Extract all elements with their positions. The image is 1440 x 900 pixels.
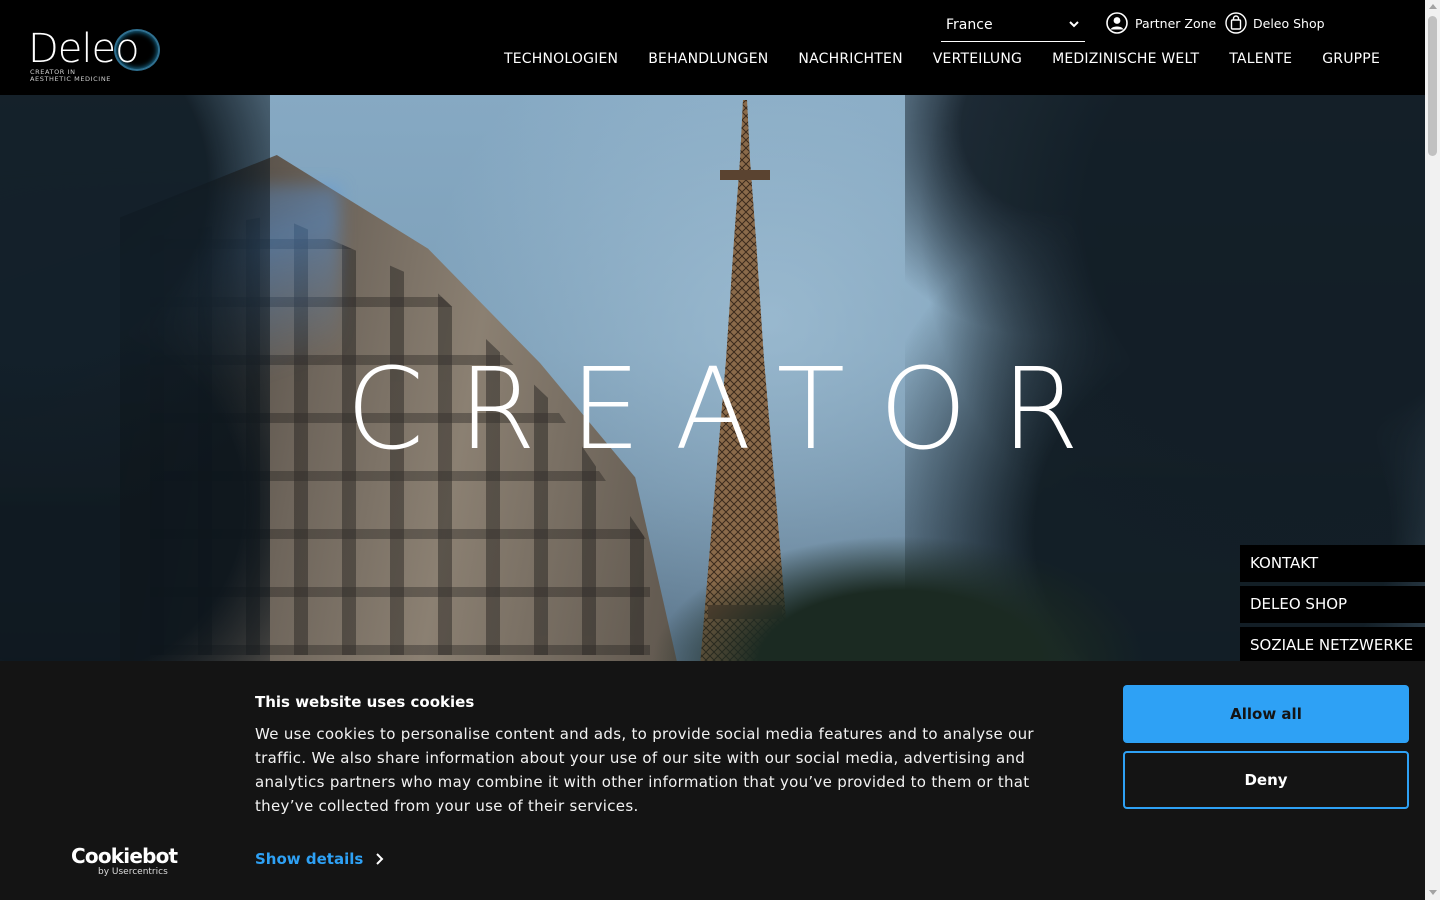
nav-item-medizinische-welt[interactable]: MEDIZINISCHE WELT <box>1052 51 1199 67</box>
main-navigation: TECHNOLOGIEN BEHANDLUNGEN NACHRICHTEN VE… <box>474 51 1380 67</box>
scroll-thumb[interactable] <box>1428 16 1437 156</box>
logo-wordmark: Deleo <box>28 26 140 72</box>
country-select-value: France <box>946 16 993 33</box>
deleo-shop-label: Deleo Shop <box>1253 15 1325 31</box>
deleo-shop-link[interactable]: Deleo Shop <box>1225 11 1325 35</box>
logo-tagline-line-2: AESTHETIC MEDICINE <box>30 75 111 83</box>
nav-item-talente[interactable]: TALENTE <box>1229 51 1292 67</box>
shopping-bag-icon <box>1225 12 1247 34</box>
allow-all-button[interactable]: Allow all <box>1123 685 1409 743</box>
cookie-title: This website uses cookies <box>255 693 475 711</box>
chevron-right-icon <box>376 853 384 865</box>
deny-button[interactable]: Deny <box>1123 751 1409 809</box>
page-scrollbar[interactable] <box>1425 0 1440 900</box>
nav-item-gruppe[interactable]: GRUPPE <box>1322 51 1380 67</box>
hero-trees-bottom <box>650 535 1150 661</box>
partner-zone-label: Partner Zone <box>1135 15 1217 31</box>
nav-item-nachrichten[interactable]: NACHRICHTEN <box>798 51 902 67</box>
nav-item-technologien[interactable]: TECHNOLOGIEN <box>504 51 618 67</box>
cookie-banner: Cookiebot by Usercentrics This website u… <box>0 661 1425 900</box>
side-tabs: KONTAKT DELEO SHOP SOZIALE NETZWERKE <box>1240 545 1425 661</box>
country-select[interactable]: France <box>941 8 1085 42</box>
side-tab-kontakt[interactable]: KONTAKT <box>1240 545 1425 582</box>
hero-section: CREATOR KONTAKT DELEO SHOP SOZIALE NETZW… <box>0 95 1425 661</box>
user-circle-icon <box>1106 12 1128 34</box>
site-header: Deleo CREATOR IN AESTHETIC MEDICINE Fran… <box>0 0 1425 95</box>
side-tab-soziale-netzwerke[interactable]: SOZIALE NETZWERKE <box>1240 627 1425 661</box>
deleo-logo[interactable]: Deleo CREATOR IN AESTHETIC MEDICINE <box>28 27 168 87</box>
chevron-down-icon <box>1069 21 1079 28</box>
scroll-down-arrow-icon[interactable] <box>1429 890 1437 895</box>
show-details-link[interactable]: Show details <box>255 850 384 868</box>
logo-tagline: CREATOR IN AESTHETIC MEDICINE <box>30 69 111 83</box>
cookiebot-subtitle: by Usercentrics <box>98 867 168 877</box>
show-details-label: Show details <box>255 850 364 868</box>
scroll-up-arrow-icon[interactable] <box>1429 4 1437 9</box>
cookie-body-text: We use cookies to personalise content an… <box>255 725 1034 815</box>
nav-item-behandlungen[interactable]: BEHANDLUNGEN <box>648 51 768 67</box>
side-tab-deleo-shop[interactable]: DELEO SHOP <box>1240 586 1425 623</box>
cookiebot-wordmark: Cookiebot <box>71 844 178 868</box>
partner-zone-link[interactable]: Partner Zone <box>1105 11 1216 35</box>
nav-item-verteilung[interactable]: VERTEILUNG <box>933 51 1022 67</box>
cookiebot-logo[interactable]: Cookiebot by Usercentrics <box>71 845 181 879</box>
hero-title: CREATOR <box>345 345 1114 475</box>
